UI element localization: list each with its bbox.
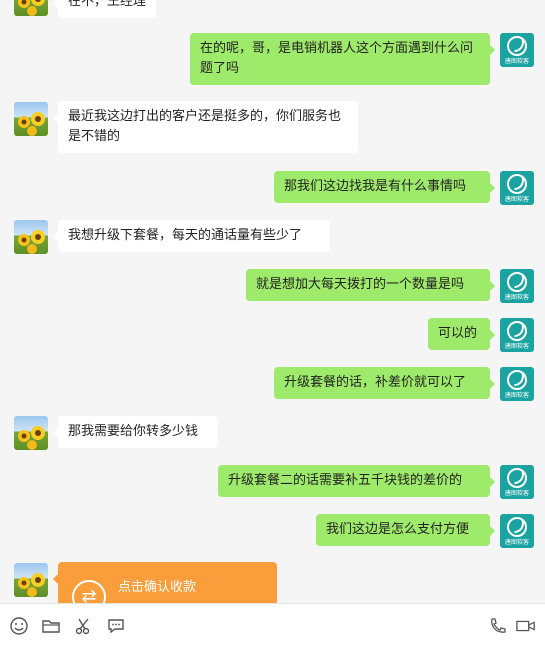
emoji-icon[interactable] [9,616,31,636]
chat-bubble-icon[interactable] [106,616,128,636]
brand-logo-icon [507,272,527,292]
contact-avatar[interactable] [14,220,48,254]
phone-icon[interactable] [488,616,510,636]
brand-avatar[interactable]: 唐图软客 [500,318,534,352]
message-text: 升级套餐二的话需要补五千块钱的差价的 [228,473,463,488]
brand-avatar-caption: 唐图软客 [504,58,529,65]
brand-logo-icon [507,321,527,341]
message-text: 可以的 [438,326,478,341]
brand-avatar-caption: 唐图软客 [504,196,529,203]
transfer-label: 点击确认收款 [118,580,197,595]
brand-avatar[interactable]: 唐图软客 [500,269,534,303]
brand-avatar-caption: 唐图软客 [504,343,529,350]
brand-avatar-caption: 唐图软客 [504,294,529,301]
message-text: 那我们这边找我是有什么事情吗 [284,179,467,194]
brand-avatar-caption: 唐图软客 [504,490,529,497]
message-bubble[interactable]: 我们这边是怎么支付方便 [316,514,495,546]
brand-avatar[interactable]: 唐图软客 [500,367,534,401]
message-bubble[interactable]: 可以的 [428,318,495,350]
folder-icon[interactable] [41,616,63,636]
brand-avatar-caption: 唐图软客 [504,392,529,399]
brand-logo-icon [507,517,527,537]
brand-logo-icon [507,370,527,390]
brand-logo-icon [507,468,527,488]
message-text: 那我需要给你转多少钱 [68,424,199,439]
brand-logo-icon [507,174,527,194]
brand-logo-icon [507,36,527,56]
message-row: 我们这边是怎么支付方便 唐图软客 [0,0,545,548]
message-bubble[interactable]: 在的呢，哥，是电销机器人这个方面遇到什么问题了吗 [190,33,495,85]
input-toolbar [0,603,545,645]
contact-avatar[interactable] [14,563,48,597]
brand-avatar[interactable]: 唐图软客 [500,171,534,205]
video-call-icon[interactable] [516,616,538,636]
transfer-icon: ⇄ [72,580,106,603]
contact-avatar[interactable] [14,102,48,136]
message-bubble[interactable]: 就是想加大每天拨打的一个数量是吗 [246,269,495,301]
brand-avatar[interactable]: 唐图软客 [500,33,534,67]
message-bubble[interactable]: 最近我这边打出的客户还是挺多的，你们服务也是不错的 [53,101,358,153]
message-bubble[interactable]: 那我需要给你转多少钱 [53,416,218,448]
brand-avatar[interactable]: 唐图软客 [500,465,534,499]
scissors-icon[interactable] [74,616,96,636]
brand-avatar-caption: 唐图软客 [504,539,529,546]
message-text: 就是想加大每天拨打的一个数量是吗 [256,277,465,292]
brand-avatar[interactable]: 唐图软客 [500,514,534,548]
contact-avatar[interactable] [14,416,48,450]
message-text: 在的呢，哥，是电销机器人这个方面遇到什么问题了吗 [200,41,474,76]
chat-history[interactable]: 在不，王经理 在的呢，哥，是电销机器人这个方面遇到什么问题了吗 唐图软客 最近我… [0,0,545,603]
message-bubble[interactable]: 升级套餐的话，补差价就可以了 [274,367,495,399]
message-text: 我想升级下套餐，每天的通话量有些少了 [68,228,303,243]
message-bubble[interactable]: 升级套餐二的话需要补五千块钱的差价的 [218,465,495,497]
message-text: 最近我这边打出的客户还是挺多的，你们服务也是不错的 [68,109,342,144]
message-text: 我们这边是怎么支付方便 [326,522,470,537]
transfer-card[interactable]: ⇄ 点击确认收款 [53,562,277,603]
message-bubble[interactable]: 我想升级下套餐，每天的通话量有些少了 [53,220,330,252]
message-text: 升级套餐的话，补差价就可以了 [284,375,467,390]
message-bubble[interactable]: 那我们这边找我是有什么事情吗 [274,171,495,203]
